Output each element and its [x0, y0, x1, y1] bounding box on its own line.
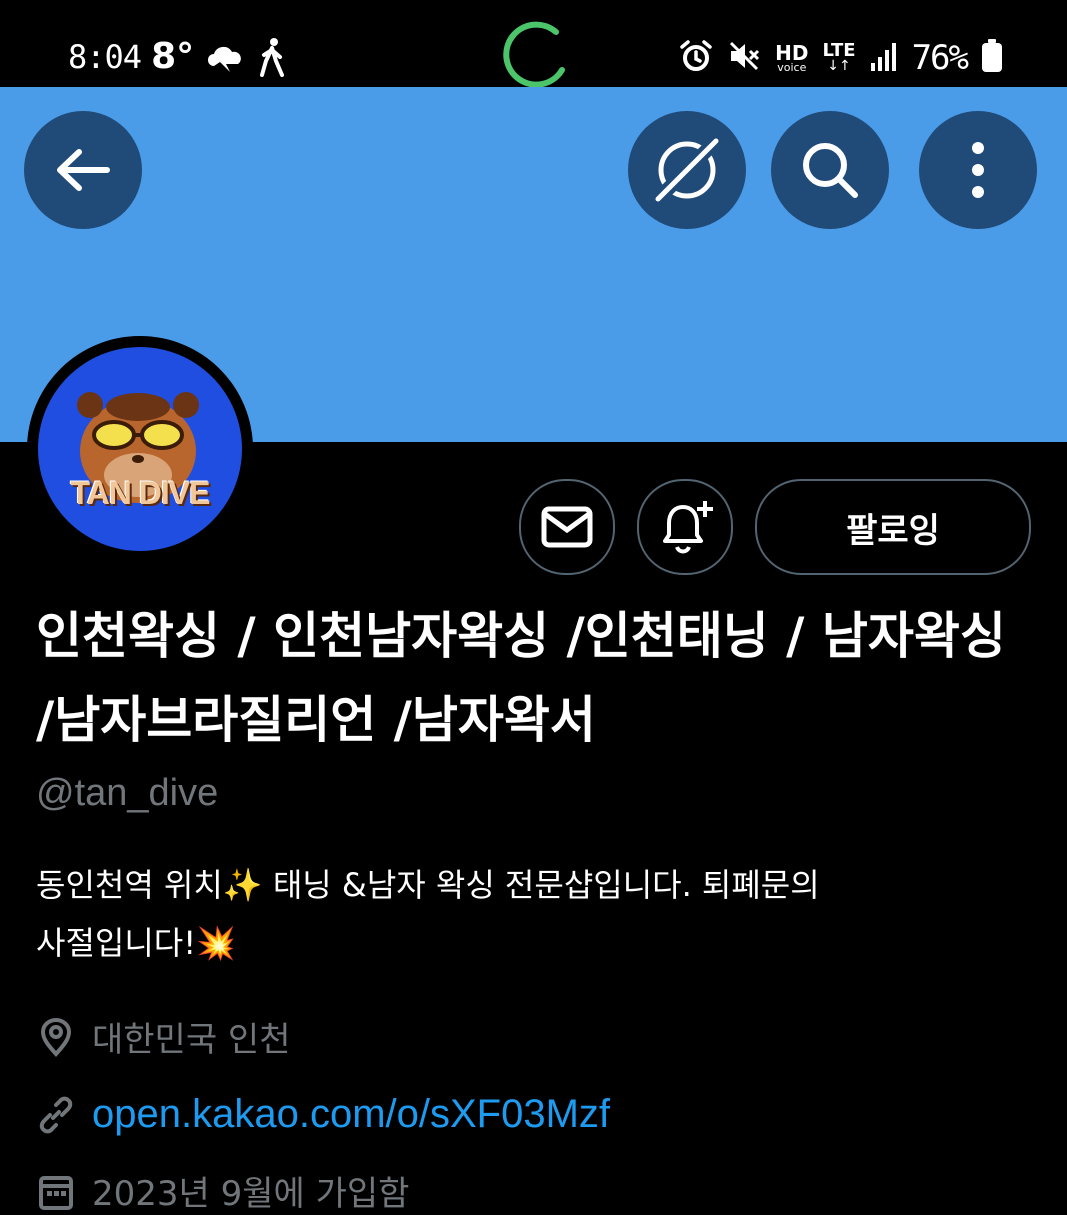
bio-line: 사절입니다!💥 [36, 924, 236, 962]
avatar-logo-text: TAN DIVE [70, 475, 211, 511]
following-button[interactable]: 팔로잉 [755, 479, 1031, 575]
hd-voice-indicator: HD voice [775, 40, 809, 74]
more-options-button[interactable] [919, 111, 1037, 229]
search-icon [803, 143, 858, 198]
status-time: 8:04 [68, 37, 142, 76]
calendar-icon [39, 1175, 73, 1210]
bell-plus-icon [663, 501, 713, 554]
location-row: 대한민국 인천 [36, 1012, 291, 1061]
handle: @tan_dive [36, 772, 219, 814]
location-text: 대한민국 인천 [92, 1020, 291, 1060]
website-link[interactable]: open.kakao.com/o/sXF03Mzf [92, 1092, 610, 1137]
display-name: 인천왁싱 / 인천남자왁싱 /인천태닝 / 남자왁싱 /남자브라질리언 /남자왁… [36, 607, 1006, 749]
lte-indicator: LTE ↓↑ [822, 40, 856, 74]
joined-text: 2023년 9월에 가입함 [92, 1174, 410, 1214]
back-button[interactable] [24, 111, 142, 229]
loading-spinner-icon [496, 18, 568, 94]
avatar[interactable]: TAN DIVE [38, 347, 242, 551]
arrow-left-icon [57, 149, 110, 191]
bio-line: 동인천역 위치✨ 태닝 &남자 왁싱 전문샵입니다. 퇴폐문의 [36, 866, 820, 904]
status-bar: 8:04 8° HD voice LTE ↓↑ 76% [0, 0, 1067, 88]
hamster-mascot-icon [77, 392, 199, 503]
joined-row: 2023년 9월에 가입함 [36, 1166, 409, 1215]
walking-icon [256, 37, 288, 77]
message-button[interactable] [519, 479, 615, 575]
link-row: open.kakao.com/o/sXF03Mzf [36, 1092, 610, 1137]
link-icon [39, 1096, 73, 1133]
notifications-button[interactable] [637, 479, 733, 575]
more-vertical-icon [972, 142, 984, 198]
bio: 동인천역 위치✨ 태닝 &남자 왁싱 전문샵입니다. 퇴폐문의 사절입니다!💥 [36, 856, 1046, 972]
incognito-button[interactable] [628, 111, 746, 229]
battery-icon [981, 39, 1003, 77]
mail-icon [541, 506, 593, 548]
search-button[interactable] [771, 111, 889, 229]
weather-icon [204, 40, 246, 74]
alarm-icon [679, 39, 713, 77]
incognito-icon [653, 136, 721, 204]
mute-icon [727, 39, 761, 77]
status-left: 8:04 8° [68, 36, 288, 77]
battery-percent: 76% [911, 38, 969, 78]
status-right: HD voice LTE ↓↑ 76% [679, 38, 1003, 78]
signal-icon [870, 41, 898, 75]
location-pin-icon [40, 1017, 72, 1057]
status-temperature: 8° [151, 36, 195, 77]
